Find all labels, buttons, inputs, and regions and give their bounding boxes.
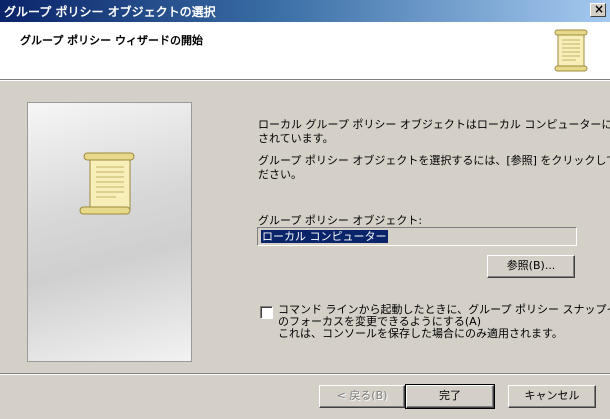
gpo-value: ローカル コンピューター (261, 230, 388, 243)
scroll-icon (79, 152, 135, 215)
intro-text: ローカル グループ ポリシー オブジェクトはローカル コンピューターに格納 され… (258, 118, 610, 145)
scroll-icon (554, 29, 588, 72)
close-icon: × (594, 2, 605, 16)
close-button[interactable]: × (590, 2, 606, 17)
focus-change-label[interactable]: コマンド ラインから起動したときに、グループ ポリシー スナップイン のフォーカ… (278, 304, 610, 340)
wizard-header: グループ ポリシー ウィザードの開始 (0, 22, 610, 79)
window-title: グループ ポリシー オブジェクトの選択 (4, 5, 216, 19)
finish-button[interactable]: 完了 (405, 384, 495, 409)
focus-change-checkbox[interactable] (260, 306, 273, 319)
gpo-field[interactable]: ローカル コンピューター (257, 227, 577, 246)
wizard-side-panel (27, 102, 192, 362)
cancel-button[interactable]: キャンセル (508, 385, 596, 408)
title-bar: グループ ポリシー オブジェクトの選択 × (0, 0, 610, 22)
gpo-label: グループ ポリシー オブジェクト: (258, 214, 423, 227)
back-button[interactable]: < 戻る(B) (319, 385, 405, 408)
header-divider (0, 79, 610, 81)
instruction-text: グループ ポリシー オブジェクトを選択するには、[参照] をクリックしてく ださ… (258, 154, 610, 181)
browse-button[interactable]: 参照(B)... (487, 255, 575, 278)
footer-divider (0, 373, 610, 375)
wizard-heading: グループ ポリシー ウィザードの開始 (20, 34, 203, 47)
